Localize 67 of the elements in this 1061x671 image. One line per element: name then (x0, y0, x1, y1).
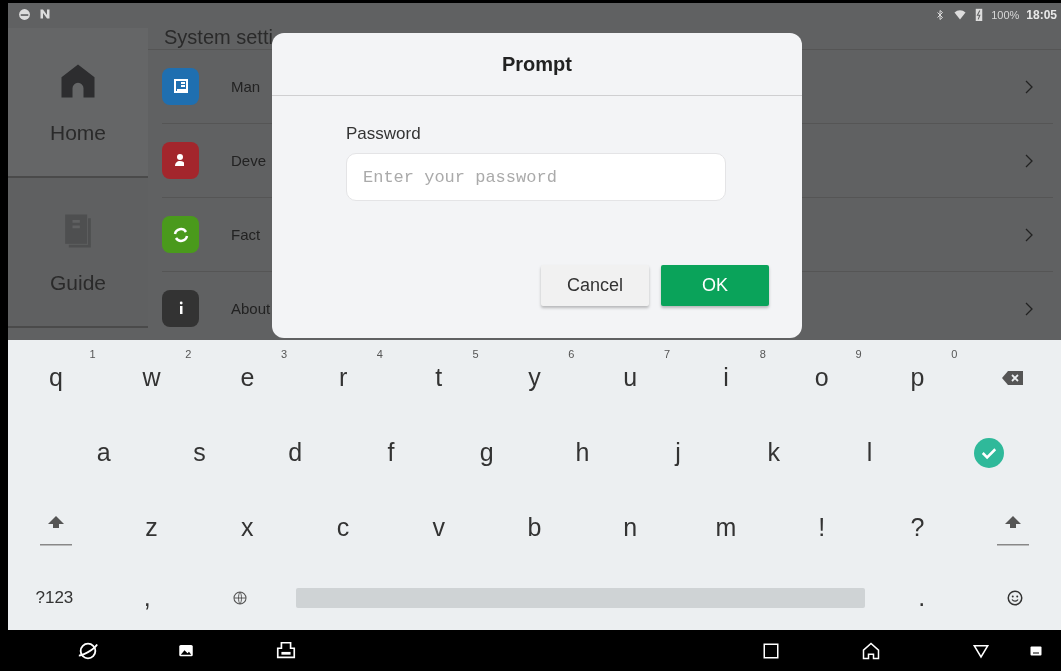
chevron-icon (1025, 301, 1033, 316)
settings-label: Man (231, 78, 261, 95)
key-hint: 9 (855, 348, 862, 360)
keyboard-key[interactable]: , (100, 565, 194, 630)
keyboard-key[interactable]: q 1 (8, 340, 104, 415)
keyboard-key[interactable]: m (678, 490, 774, 565)
keyboard-key[interactable]: z (103, 490, 200, 565)
key-hint: 2 (185, 348, 192, 360)
keyboard-key[interactable]: c (295, 490, 391, 565)
settings-label: Deve (231, 152, 267, 169)
keyboard-key[interactable]: t 5 (390, 340, 487, 415)
key-hint: 5 (472, 348, 479, 360)
key-hint: 0 (951, 348, 958, 360)
sidebar-label: Guide (49, 271, 106, 295)
chevron-icon (1025, 227, 1033, 242)
keyboard-key[interactable]: h (534, 415, 631, 490)
keyboard-key[interactable]: ? (869, 490, 966, 565)
keyboard-key[interactable]: v (390, 490, 487, 565)
keyboard-key[interactable]: . (875, 565, 969, 630)
cancel-button[interactable]: Cancel (541, 265, 649, 306)
chevron-icon (1025, 153, 1033, 168)
page-title: System setti (164, 26, 273, 49)
keyboard-key[interactable]: u 7 (582, 340, 679, 415)
chevron-icon (1025, 79, 1033, 94)
keyboard-key[interactable]: w 2 (103, 340, 200, 415)
keyboard-key[interactable]: b (486, 490, 583, 565)
n-logo-icon (39, 8, 51, 20)
square-icon (762, 641, 780, 660)
keyboard-key[interactable]: y 6 (486, 340, 583, 415)
wifi-icon (953, 8, 968, 21)
field-label: Password (346, 124, 422, 144)
keyboard-key[interactable]: i 8 (678, 340, 774, 415)
keyboard-key[interactable]: o 9 (773, 340, 870, 415)
key-hint: 3 (281, 348, 288, 360)
key-hint: 4 (376, 348, 383, 360)
keyboard-key[interactable]: f (343, 415, 439, 490)
backspace-icon (1002, 369, 1025, 386)
settings-label: About (231, 300, 271, 317)
battery-percent: 100% (991, 8, 1020, 21)
sidebar-label: Home (50, 121, 106, 145)
keyboard-key[interactable]: l (821, 415, 918, 490)
keyboard-key[interactable]: e 3 (199, 340, 296, 415)
home-icon (861, 640, 881, 661)
key-hint: 7 (664, 348, 671, 360)
keyboard-key[interactable]: k (726, 415, 822, 490)
keyboard-key[interactable]: p 0 (869, 340, 966, 415)
symbols-key[interactable]: ?123 (8, 565, 101, 630)
clock: 18:05 (1026, 7, 1057, 22)
settings-label: Fact (231, 226, 261, 243)
dialog-title: Prompt (502, 52, 572, 76)
keyboard-key[interactable]: n (582, 490, 679, 565)
keyboard-key[interactable]: g (438, 415, 535, 490)
smiley-icon (1005, 588, 1024, 607)
keyboard-key[interactable]: x (199, 490, 296, 565)
keyboard-key[interactable]: s (151, 415, 248, 490)
checkmark-icon (974, 437, 1005, 468)
battery-icon (974, 8, 985, 21)
key-hint: 8 (759, 348, 766, 360)
keyboard-icon (1028, 644, 1044, 657)
keyboard-key[interactable]: r 4 (295, 340, 391, 415)
password-field[interactable]: Enter your password (346, 153, 726, 201)
keyboard-key[interactable]: j (630, 415, 726, 490)
key-hint: 1 (89, 348, 96, 360)
keyboard-key[interactable]: a (55, 415, 152, 490)
keyboard-key[interactable]: ! (773, 490, 870, 565)
keyboard-key[interactable]: d (247, 415, 344, 490)
key-hint: 6 (568, 348, 575, 360)
